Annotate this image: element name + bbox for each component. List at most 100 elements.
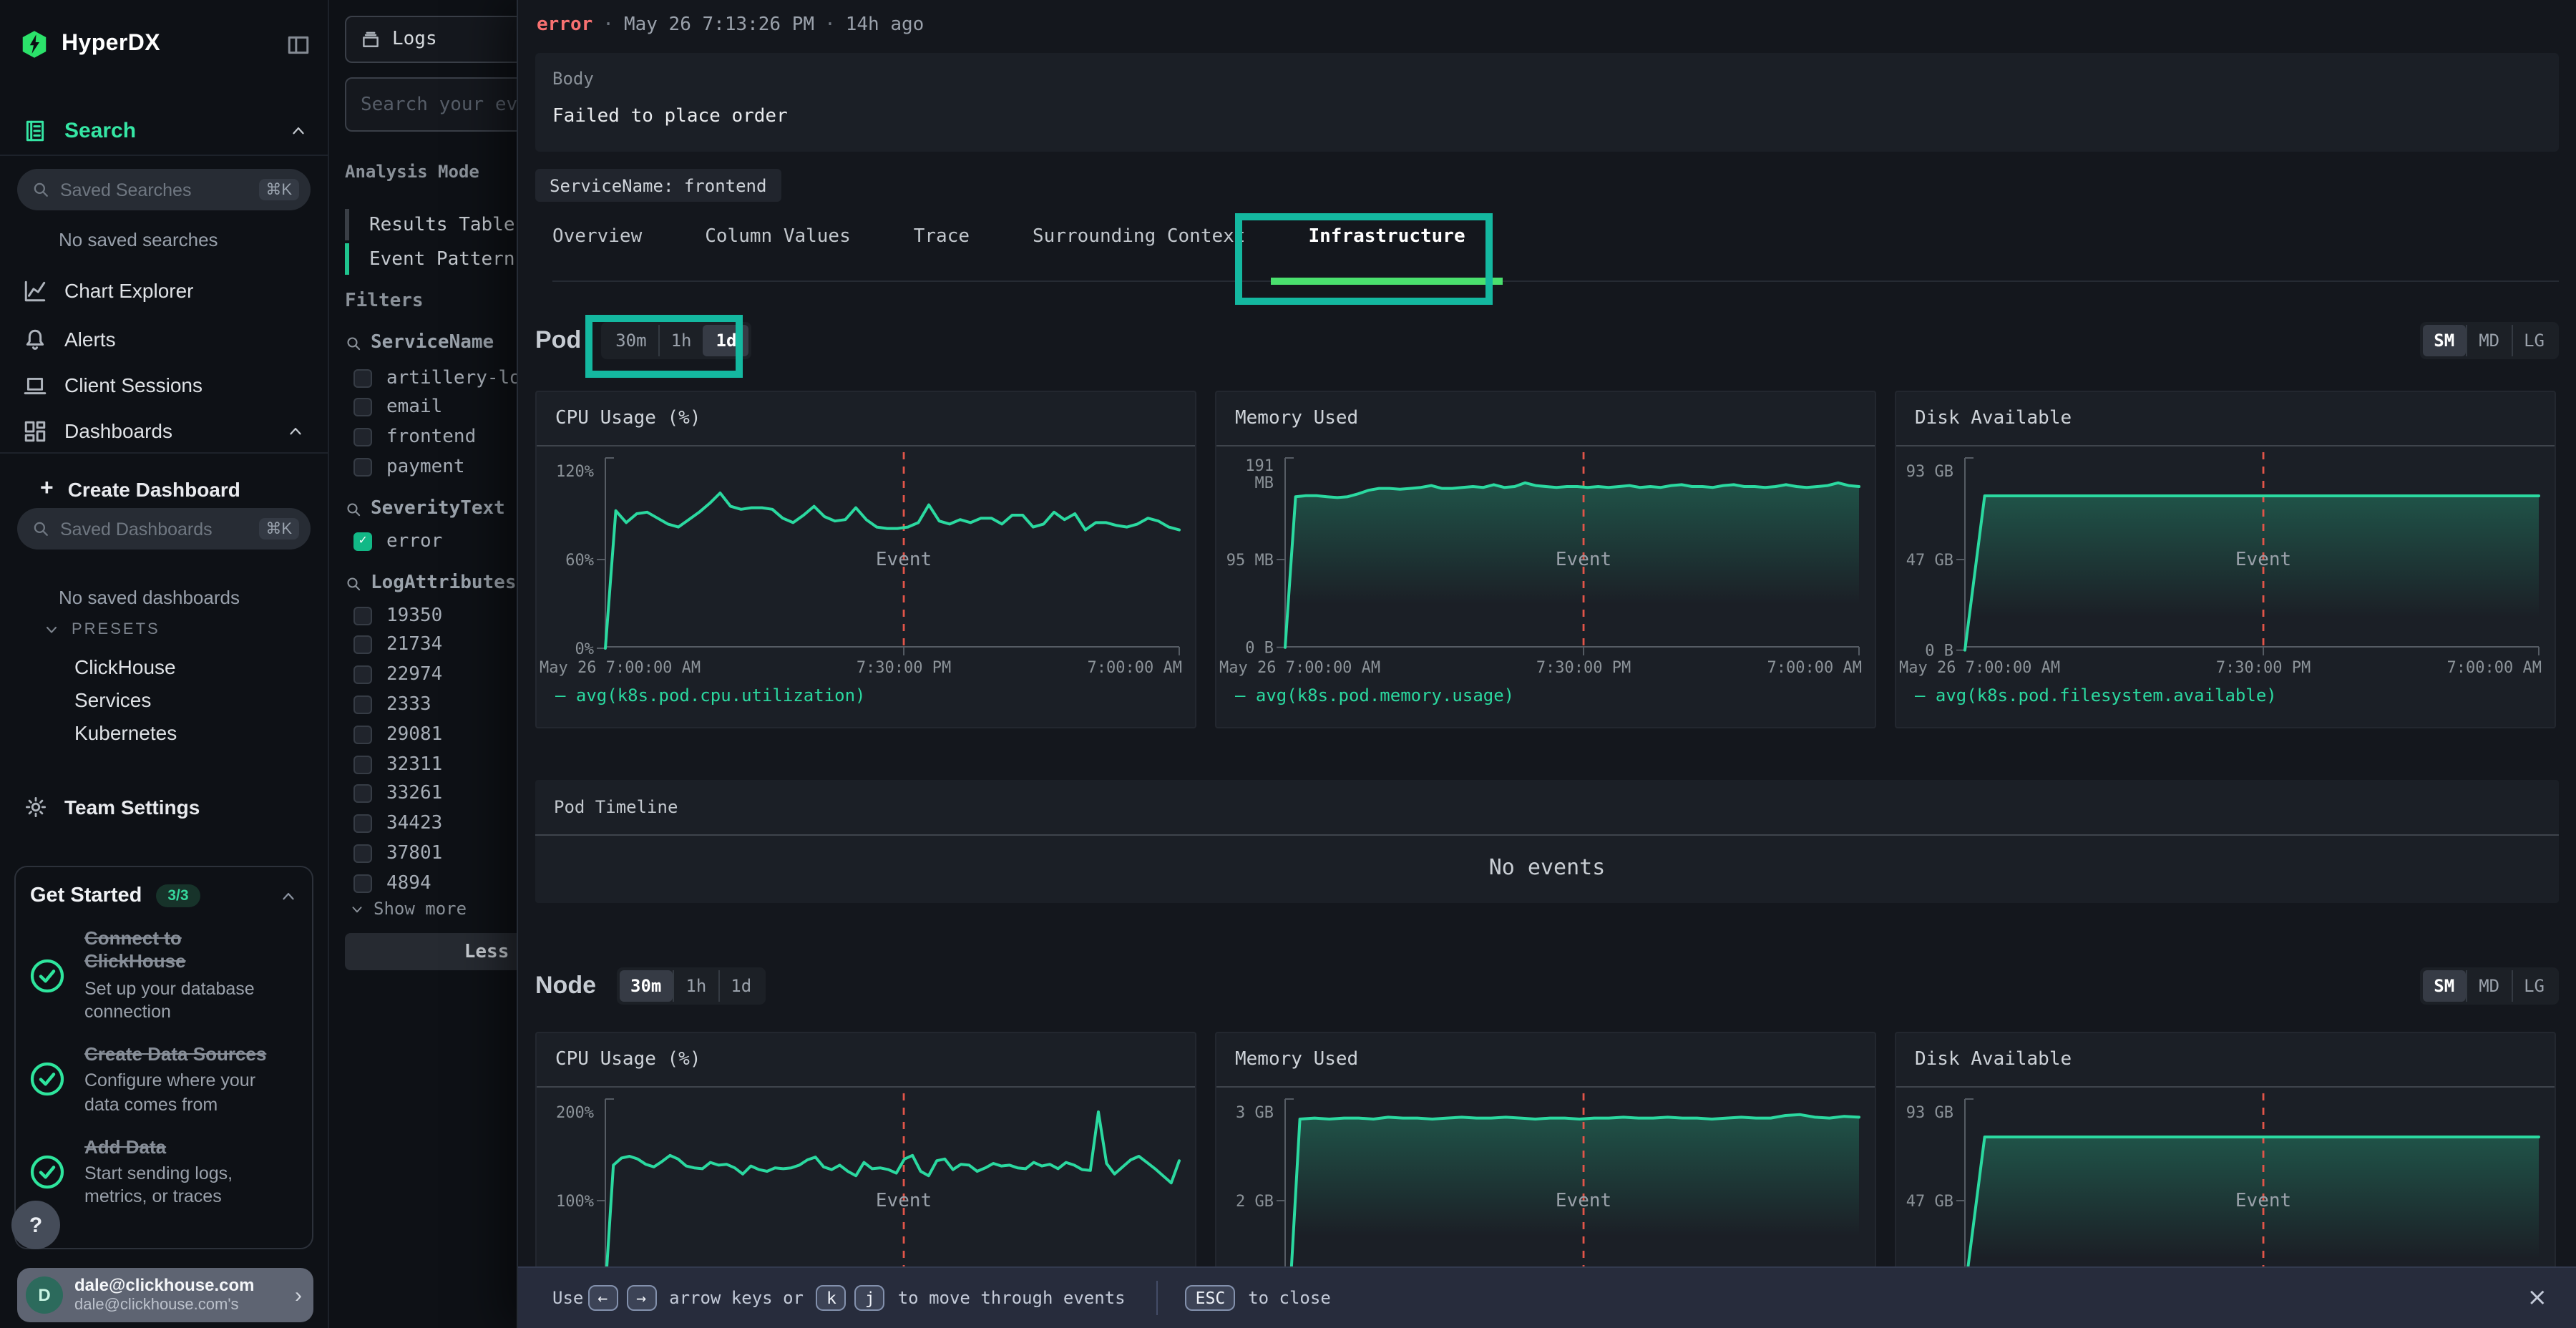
node-size-md[interactable]: MD: [2466, 970, 2511, 1002]
event-age: 14h ago: [846, 14, 924, 36]
node-range-30m[interactable]: 30m: [619, 970, 673, 1002]
sidebar-item-alerts[interactable]: Alerts: [0, 318, 328, 361]
pod-size-lg[interactable]: LG: [2511, 325, 2556, 356]
filter-option-34423[interactable]: 34423: [353, 809, 442, 838]
tab-surrounding-context[interactable]: Surrounding Context: [1033, 226, 1245, 280]
checkbox[interactable]: [353, 725, 372, 743]
svg-text:Event: Event: [876, 1190, 932, 1211]
pod-range-30m[interactable]: 30m: [604, 325, 658, 356]
checkbox[interactable]: [353, 785, 372, 804]
create-dashboard-button[interactable]: + Create Dashboard: [40, 472, 240, 507]
search-icon: [345, 334, 362, 351]
tab-column-values[interactable]: Column Values: [705, 226, 851, 280]
chart-title: CPU Usage (%): [555, 1049, 701, 1070]
svg-text:7:00:00 AM: 7:00:00 AM: [1088, 659, 1182, 677]
svg-text:0%: 0%: [575, 640, 595, 658]
user-menu[interactable]: D dale@clickhouse.com dale@clickhouse.co…: [17, 1268, 313, 1322]
checkbox[interactable]: ✓: [353, 532, 372, 550]
pod-size-md[interactable]: MD: [2466, 325, 2511, 356]
chevron-down-icon: [43, 621, 60, 638]
node-range-1h[interactable]: 1h: [673, 970, 718, 1002]
event-search-input[interactable]: Search your ev: [345, 77, 545, 132]
checkbox[interactable]: [353, 844, 372, 863]
help-button[interactable]: ?: [11, 1201, 60, 1249]
source-selector-button[interactable]: Logs: [345, 16, 545, 63]
detail-tabs: Overview Column Values Trace Surrounding Co…: [552, 226, 2559, 282]
tab-trace[interactable]: Trace: [914, 226, 970, 280]
service-name-tag[interactable]: ServiceName: frontend: [535, 169, 781, 202]
chart-legend: — avg(k8s.pod.cpu.utilization): [555, 685, 866, 706]
event-body-card: Body Failed to place order: [535, 53, 2559, 152]
filter-option-22974[interactable]: 22974: [353, 660, 442, 689]
sidebar-item-client-sessions[interactable]: Client Sessions: [0, 363, 328, 406]
sidebar-item-dashboards[interactable]: Dashboards: [0, 409, 328, 452]
checkbox[interactable]: [353, 458, 372, 477]
filter-option-error[interactable]: ✓error: [353, 527, 442, 555]
sidebar-item-chart-explorer[interactable]: Chart Explorer: [0, 269, 328, 312]
checkbox[interactable]: [353, 874, 372, 892]
presets-toggle[interactable]: PRESETS: [43, 621, 160, 638]
svg-text:100%: 100%: [556, 1193, 594, 1211]
svg-text:93 GB: 93 GB: [1906, 1104, 1953, 1122]
preset-kubernetes[interactable]: Kubernetes: [74, 721, 177, 753]
filter-option-21734[interactable]: 21734: [353, 631, 442, 660]
event-timestamp: May 26 7:13:26 PM: [624, 14, 814, 36]
node-section-title: Node: [535, 972, 596, 1000]
divider: [1896, 1086, 2555, 1088]
collapse-sidebar-icon[interactable]: [286, 32, 311, 57]
filter-option-payment[interactable]: payment: [353, 453, 465, 482]
get-started-title: Get Started: [30, 884, 142, 907]
filter-option-32311[interactable]: 32311: [353, 750, 442, 778]
checkbox[interactable]: [353, 814, 372, 833]
checkbox[interactable]: [353, 399, 372, 417]
filter-option-artillery-loa[interactable]: artillery-loa: [353, 363, 532, 392]
filter-option-email[interactable]: email: [353, 394, 442, 422]
filter-option-frontend[interactable]: frontend: [353, 423, 476, 451]
checkbox[interactable]: [353, 755, 372, 773]
pod-size-sm[interactable]: SM: [2422, 325, 2466, 356]
k-key: k: [816, 1285, 847, 1311]
filter-group-severitytext: SeverityText: [345, 498, 505, 519]
chevron-up-icon[interactable]: [279, 887, 298, 905]
pod-range-1h[interactable]: 1h: [658, 325, 703, 356]
analysis-mode-event-patterns[interactable]: Event Patterns: [345, 243, 526, 275]
preset-clickhouse[interactable]: ClickHouse: [74, 655, 176, 687]
checkbox[interactable]: [353, 636, 372, 655]
sidebar-item-search[interactable]: Search: [23, 112, 308, 149]
svg-text:47 GB: 47 GB: [1906, 552, 1953, 570]
filter-option-19350[interactable]: 19350: [353, 601, 442, 630]
pod-range-1d[interactable]: 1d: [703, 325, 748, 356]
node-range-1d[interactable]: 1d: [718, 970, 763, 1002]
sidebar-item-team-settings[interactable]: Team Settings: [24, 790, 200, 824]
svg-text:0 B: 0 B: [1245, 640, 1274, 658]
no-saved-searches-text: No saved searches: [59, 229, 218, 250]
show-more-button[interactable]: Show more: [349, 899, 467, 919]
divider: [537, 1086, 1195, 1088]
get-started-item[interactable]: Add DataStart sending logs, metrics, or …: [30, 1136, 298, 1209]
get-started-item[interactable]: Connect to ClickHouseSet up your databas…: [30, 927, 298, 1023]
checkbox[interactable]: [353, 606, 372, 625]
node-size-lg[interactable]: LG: [2511, 970, 2556, 1002]
filter-option-33261[interactable]: 33261: [353, 780, 442, 809]
preset-services[interactable]: Services: [74, 688, 151, 720]
get-started-item[interactable]: Create Data SourcesConfigure where your …: [30, 1043, 298, 1116]
node-size-sm[interactable]: SM: [2422, 970, 2466, 1002]
analysis-mode-results-table[interactable]: Results Table: [345, 209, 515, 240]
checkbox[interactable]: [353, 368, 372, 387]
tab-overview[interactable]: Overview: [552, 226, 642, 280]
logo-row: HyperDX: [20, 23, 311, 66]
tab-infrastructure[interactable]: Infrastructure: [1308, 226, 1465, 280]
divider: [0, 155, 328, 156]
checkbox[interactable]: [353, 665, 372, 684]
checkbox[interactable]: [353, 695, 372, 714]
filter-option-37801[interactable]: 37801: [353, 839, 442, 868]
arrow-right-key: →: [626, 1285, 656, 1311]
checkbox[interactable]: [353, 428, 372, 446]
filter-option-2333[interactable]: 2333: [353, 690, 431, 719]
close-icon[interactable]: ×: [2527, 1284, 2548, 1312]
saved-searches-input[interactable]: Saved Searches ⌘K: [17, 169, 311, 210]
filter-option-4894[interactable]: 4894: [353, 869, 431, 897]
saved-dashboards-input[interactable]: Saved Dashboards ⌘K: [17, 508, 311, 550]
filter-option-29081[interactable]: 29081: [353, 720, 442, 748]
chart-title: Memory Used: [1235, 408, 1358, 429]
